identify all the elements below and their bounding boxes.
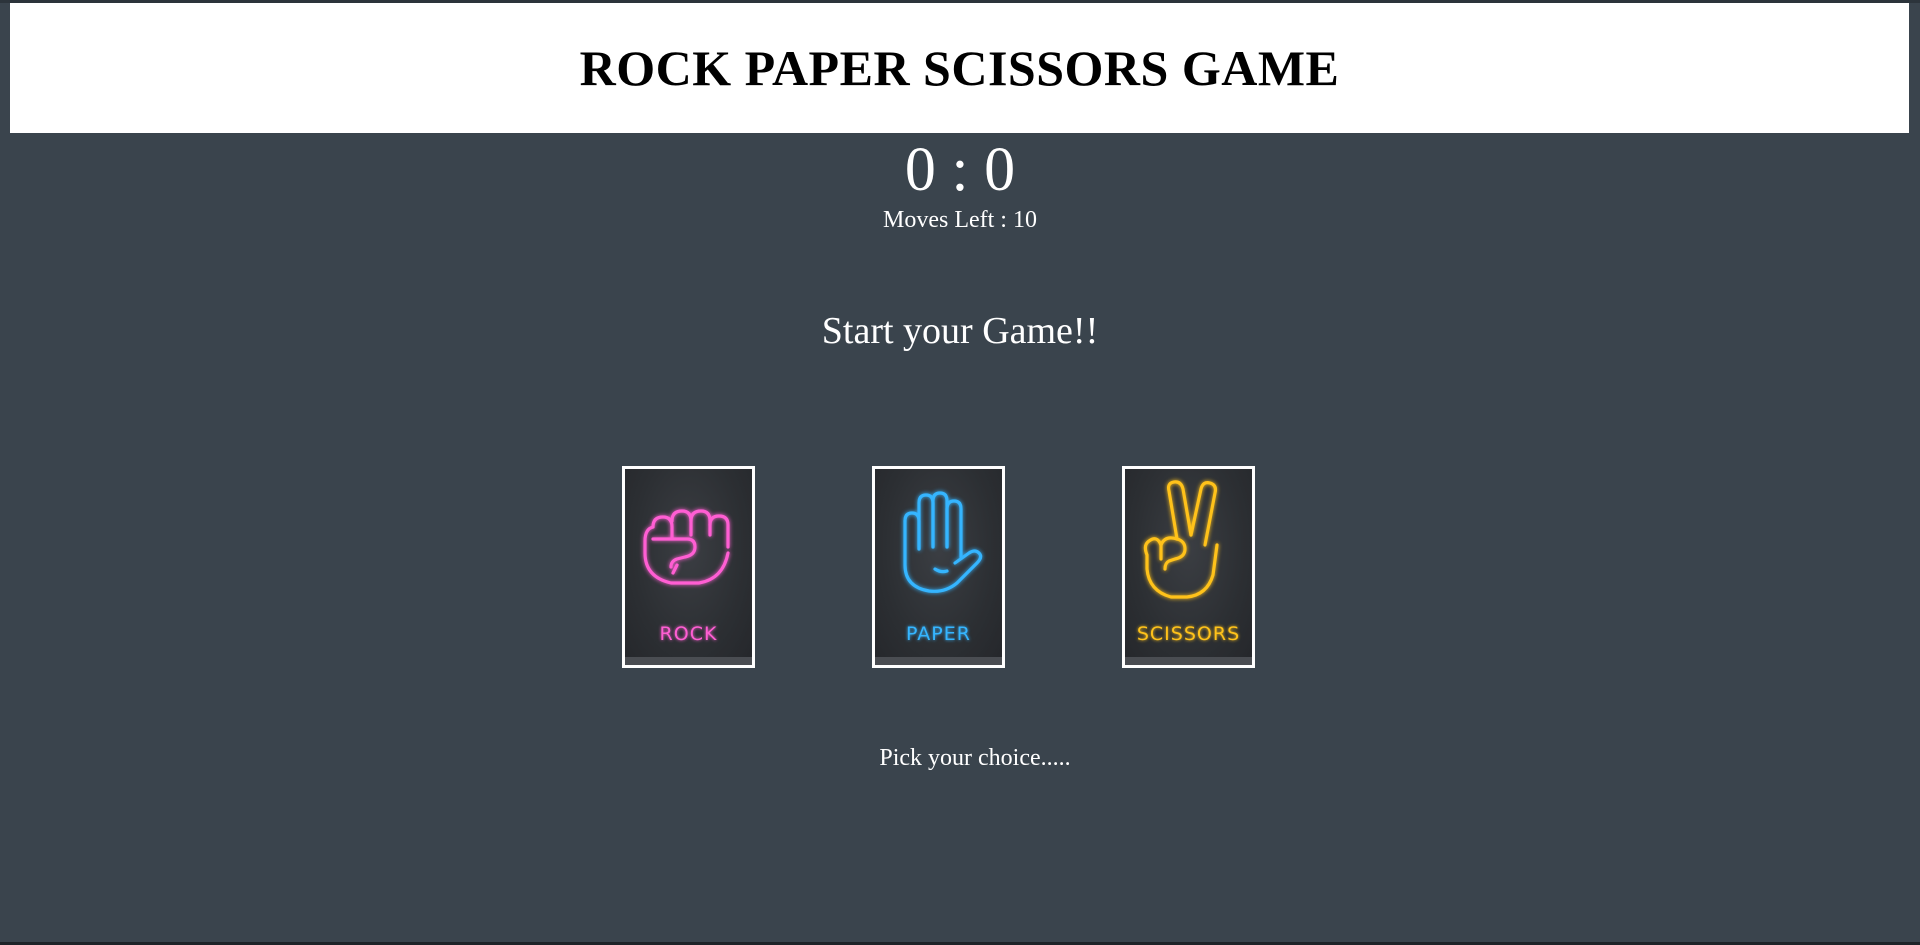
rock-label: ROCK xyxy=(659,623,718,645)
paper-button[interactable]: PAPER xyxy=(872,466,1005,668)
page-title: ROCK PAPER SCISSORS GAME xyxy=(579,40,1340,96)
rock-button[interactable]: ROCK xyxy=(622,466,755,668)
score-display: 0 : 0 xyxy=(904,136,1016,204)
card-strip xyxy=(1125,657,1252,665)
header-bar: ROCK PAPER SCISSORS GAME xyxy=(10,3,1909,133)
moves-left: Moves Left : 10 xyxy=(883,207,1037,233)
scissors-button[interactable]: SCISSORS xyxy=(1122,466,1255,668)
card-strip xyxy=(625,657,752,665)
pick-choice-prompt: Pick your choice..... xyxy=(879,745,1071,771)
card-strip xyxy=(875,657,1002,665)
paper-label: PAPER xyxy=(906,623,971,645)
status-message: Start your Game!! xyxy=(821,310,1099,352)
scissors-label: SCISSORS xyxy=(1136,623,1241,645)
